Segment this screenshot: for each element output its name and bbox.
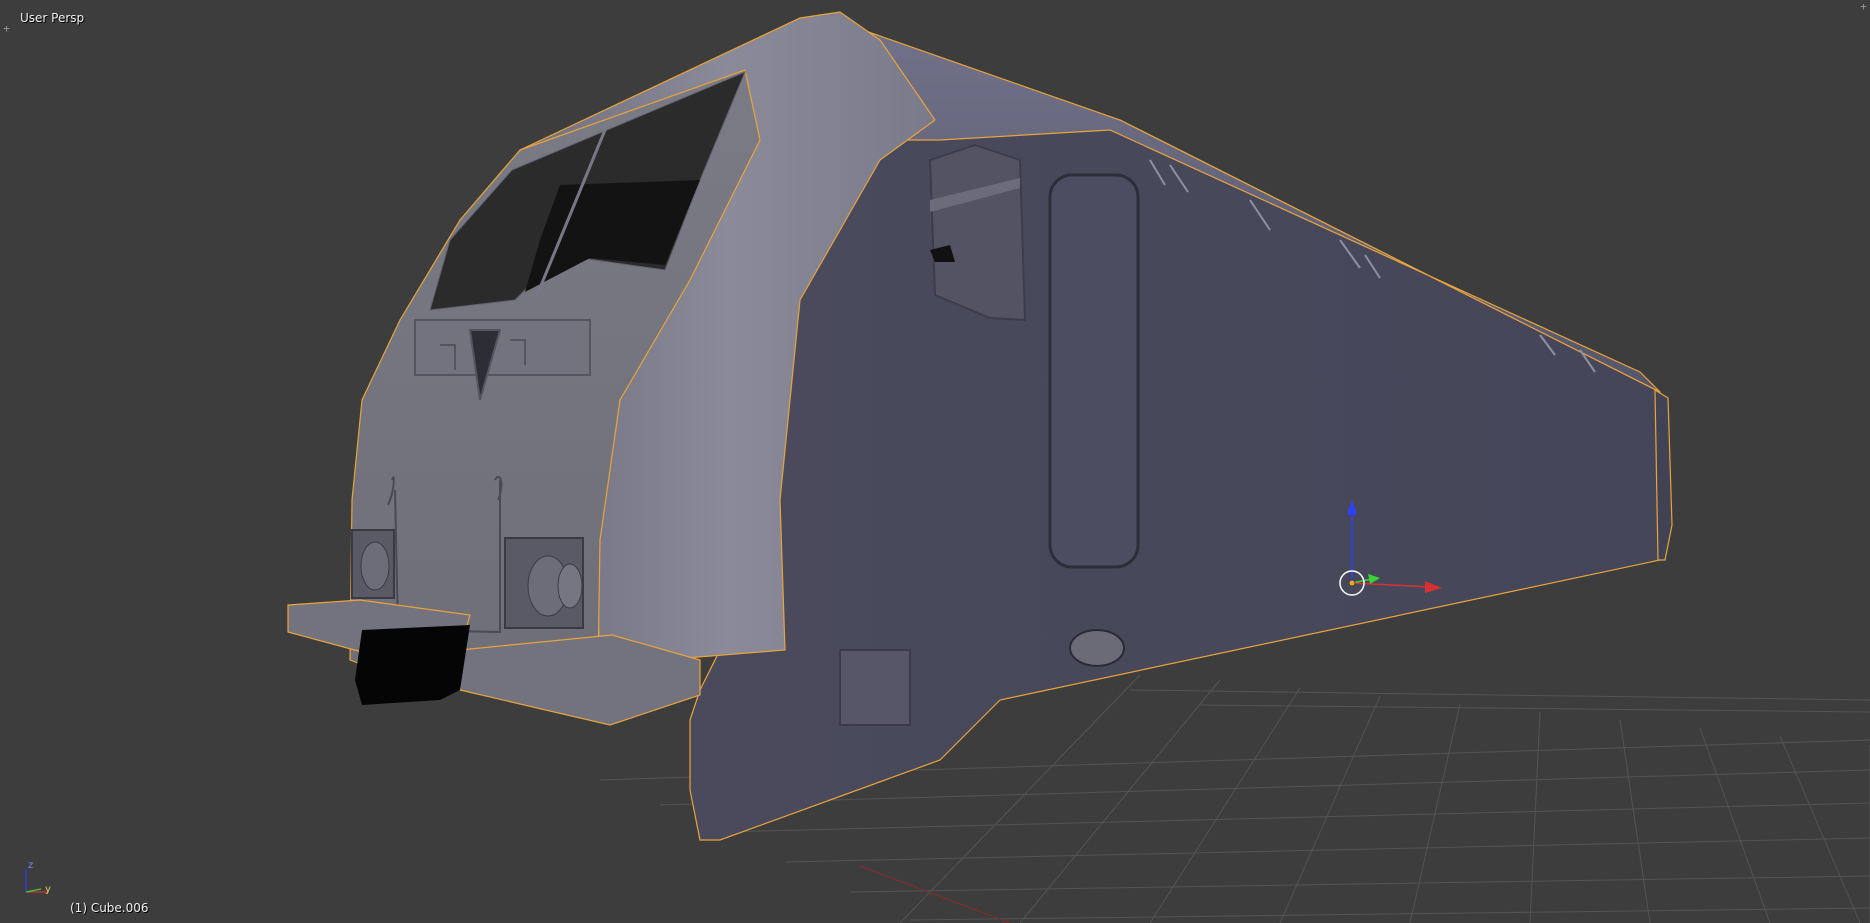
3d-viewport[interactable]: User Persp (1) Cube.006 + + z y: [0, 0, 1870, 923]
side-door: [1048, 173, 1140, 569]
headlight-right: [504, 537, 584, 629]
axis-y-label: y: [45, 884, 51, 895]
area-split-handle-top-left[interactable]: +: [1, 23, 12, 34]
rear-edge: [1654, 388, 1673, 561]
axis-orientation-icon: [25, 869, 48, 893]
headlight-left: [351, 529, 395, 599]
axis-z-label: z: [28, 860, 34, 871]
step-box: [839, 649, 911, 726]
view-name-label: User Persp: [20, 11, 85, 25]
locomotive-mesh: [287, 11, 1673, 841]
scene-canvas[interactable]: [0, 0, 1870, 923]
side-slot: [1069, 629, 1125, 667]
under-shadow: [355, 625, 470, 705]
active-object-label: (1) Cube.006: [70, 901, 149, 915]
axis-orientation-widget: z y: [14, 860, 64, 900]
side-window: [928, 143, 1027, 322]
area-split-handle-top-right[interactable]: +: [1858, 1, 1869, 12]
x-axis-line: [859, 865, 1011, 923]
